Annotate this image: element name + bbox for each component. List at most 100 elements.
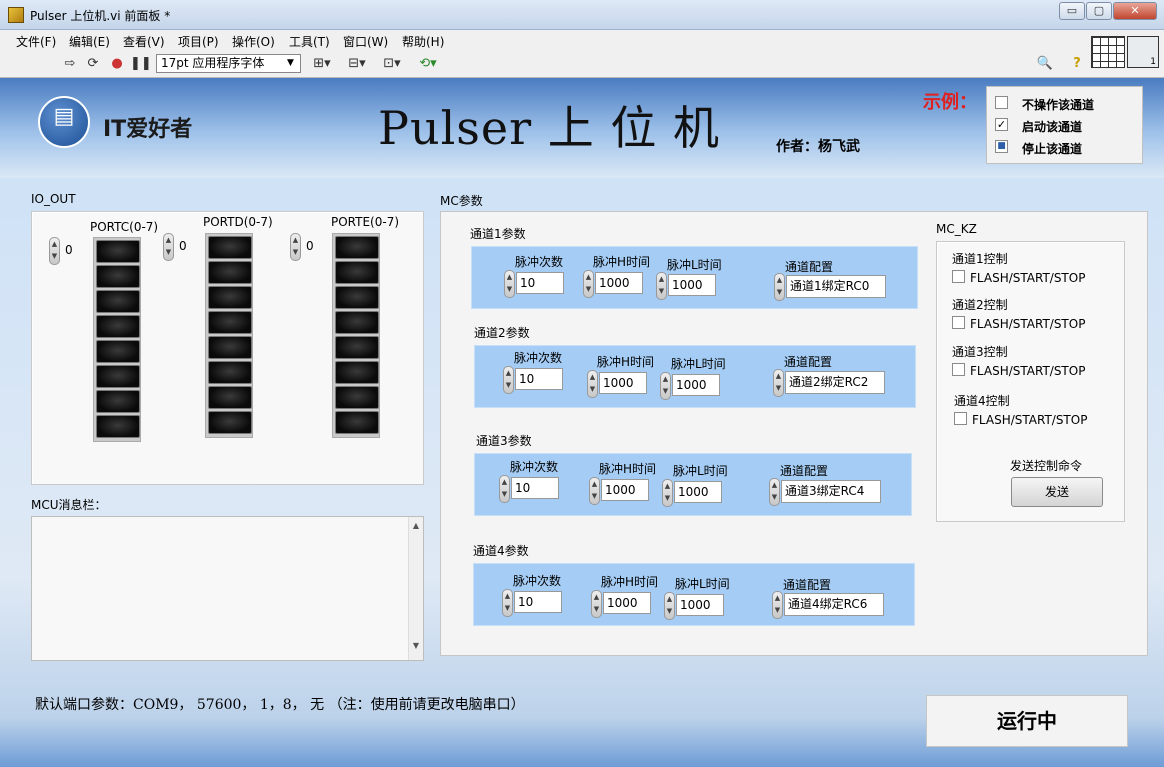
align-objects-icon[interactable]: ⊞▾ xyxy=(308,56,336,72)
channel3-config-ring[interactable]: 通道3绑定RC4 xyxy=(781,480,881,503)
channel4-high-label: 脉冲H时间 xyxy=(601,575,659,589)
ctrl2-label: 通道2控制 xyxy=(952,298,1008,312)
channel1-low-input[interactable]: 1000 xyxy=(668,274,716,296)
portd-spinner[interactable]: ▲ ▼ xyxy=(163,233,174,261)
channel3-low-input[interactable]: 1000 xyxy=(674,481,722,503)
channel2-low-input[interactable]: 1000 xyxy=(672,374,720,396)
channel4-high-input[interactable]: 1000 xyxy=(603,592,651,614)
font-select[interactable]: 17pt 应用程序字体 xyxy=(156,54,301,73)
close-button[interactable]: ✕ xyxy=(1113,2,1157,20)
mcu-scrollbar[interactable]: ▲ ▼ xyxy=(408,517,423,660)
channel4-low-input[interactable]: 1000 xyxy=(676,594,724,616)
channel3-high-input[interactable]: 1000 xyxy=(601,479,649,501)
minimize-button[interactable]: ▭ xyxy=(1059,2,1085,20)
logo-text: IT爱好者 xyxy=(103,117,193,142)
portc-value[interactable]: 0 xyxy=(62,240,86,262)
channel3-config-spinner[interactable]: ▲ ▼ xyxy=(769,478,780,506)
channel2-count-input[interactable]: 10 xyxy=(515,368,563,390)
led xyxy=(335,336,379,359)
menu-help[interactable]: 帮助(H) xyxy=(402,33,444,50)
restore-button[interactable]: ▢ xyxy=(1086,2,1112,20)
channel4-count-input[interactable]: 10 xyxy=(514,591,562,613)
title-bar xyxy=(0,0,1164,30)
channel4-count-spinner[interactable]: ▲ ▼ xyxy=(502,589,513,617)
portd-value[interactable]: 0 xyxy=(176,236,200,258)
pause-icon[interactable]: ❚❚ xyxy=(130,56,152,72)
ctrl2-option: FLASH/START/STOP xyxy=(970,317,1086,331)
menu-edit[interactable]: 编辑(E) xyxy=(69,33,110,50)
led xyxy=(208,386,252,409)
led xyxy=(208,286,252,309)
channel1-count-input[interactable]: 10 xyxy=(516,272,564,294)
porte-spinner[interactable]: ▲ ▼ xyxy=(290,233,301,261)
channel1-high-input[interactable]: 1000 xyxy=(595,272,643,294)
channel3-high-spinner[interactable]: ▲ ▼ xyxy=(589,477,600,505)
portc-spinner[interactable]: ▲ ▼ xyxy=(49,237,60,265)
send-button[interactable]: 发送 xyxy=(1011,477,1103,507)
led xyxy=(208,361,252,384)
menu-bar xyxy=(0,30,1164,50)
channel2-config-spinner[interactable]: ▲ ▼ xyxy=(773,369,784,397)
channel3-title: 通道3参数 xyxy=(476,434,532,448)
channel1-low-spinner[interactable]: ▲ ▼ xyxy=(656,272,667,300)
channel2-low-label: 脉冲L时间 xyxy=(671,357,726,371)
channel3-high-label: 脉冲H时间 xyxy=(599,462,657,476)
ctrl1-checkbox[interactable] xyxy=(952,270,965,283)
channel4-low-spinner[interactable]: ▲ ▼ xyxy=(664,592,675,620)
menu-operate[interactable]: 操作(O) xyxy=(232,33,275,50)
channel1-high-spinner[interactable]: ▲ ▼ xyxy=(583,270,594,298)
mc-title: MC参数 xyxy=(440,194,483,208)
channel3-count-input[interactable]: 10 xyxy=(511,477,559,499)
connector-pane-icon[interactable] xyxy=(1091,36,1125,68)
channel3-count-spinner[interactable]: ▲ ▼ xyxy=(499,475,510,503)
reorder-icon[interactable]: ⟲▾ xyxy=(414,56,442,72)
resize-objects-icon[interactable]: ⊡▾ xyxy=(378,56,406,72)
led xyxy=(335,361,379,384)
channel4-count-label: 脉冲次数 xyxy=(513,574,562,588)
ctrl2-checkbox[interactable] xyxy=(952,316,965,329)
channel1-count-label: 脉冲次数 xyxy=(515,255,564,269)
led xyxy=(335,311,379,334)
channel4-config-ring[interactable]: 通道4绑定RC6 xyxy=(784,593,884,616)
channel2-title: 通道2参数 xyxy=(474,326,530,340)
channel2-count-spinner[interactable]: ▲ ▼ xyxy=(503,366,514,394)
led xyxy=(335,236,379,259)
channel2-high-spinner[interactable]: ▲ ▼ xyxy=(587,370,598,398)
distribute-objects-icon[interactable]: ⊟▾ xyxy=(343,56,371,72)
run-arrow-icon[interactable]: ⇨ xyxy=(61,56,79,72)
channel3-low-spinner[interactable]: ▲ ▼ xyxy=(662,479,673,507)
channel1-config-ring[interactable]: 通道1绑定RC0 xyxy=(786,275,886,298)
legend-label-none: 不操作该通道 xyxy=(1022,98,1095,112)
menu-file[interactable]: 文件(F) xyxy=(16,33,56,50)
channel2-high-input[interactable]: 1000 xyxy=(599,372,647,394)
led xyxy=(96,340,140,363)
run-continuously-icon[interactable]: ⟳ xyxy=(84,56,102,72)
window-title: Pulser 上位机.vi 前面板 * xyxy=(30,9,171,23)
channel2-config-ring[interactable]: 通道2绑定RC2 xyxy=(785,371,885,394)
channel1-config-spinner[interactable]: ▲ ▼ xyxy=(774,273,785,301)
ctrl3-checkbox[interactable] xyxy=(952,363,965,376)
porte-label: PORTE(0-7) xyxy=(331,215,400,229)
help-icon[interactable]: ? xyxy=(1068,56,1086,72)
channel2-config-label: 通道配置 xyxy=(784,355,833,369)
channel4-config-spinner[interactable]: ▲ ▼ xyxy=(772,591,783,619)
porte-value[interactable]: 0 xyxy=(303,236,327,258)
legend-label-start: 启动该通道 xyxy=(1022,120,1083,134)
ctrl1-option: FLASH/START/STOP xyxy=(970,271,1086,285)
mcu-message-textarea[interactable] xyxy=(31,516,424,661)
led xyxy=(96,365,140,388)
example-label: 示例： xyxy=(923,92,977,113)
page-title: Pulser 上 位 机 xyxy=(378,101,720,155)
labview-app-icon xyxy=(8,7,24,23)
search-icon[interactable]: 🔍 xyxy=(1036,56,1054,72)
channel4-high-spinner[interactable]: ▲ ▼ xyxy=(591,590,602,618)
vi-icon[interactable]: 1 xyxy=(1127,36,1159,68)
menu-view[interactable]: 查看(V) xyxy=(123,33,165,50)
menu-tools[interactable]: 工具(T) xyxy=(289,33,330,50)
channel1-count-spinner[interactable]: ▲ ▼ xyxy=(504,270,515,298)
ctrl4-checkbox[interactable] xyxy=(954,412,967,425)
channel2-low-spinner[interactable]: ▲ ▼ xyxy=(660,372,671,400)
abort-icon[interactable]: ● xyxy=(108,56,126,72)
menu-project[interactable]: 项目(P) xyxy=(178,33,219,50)
menu-window[interactable]: 窗口(W) xyxy=(343,33,388,50)
